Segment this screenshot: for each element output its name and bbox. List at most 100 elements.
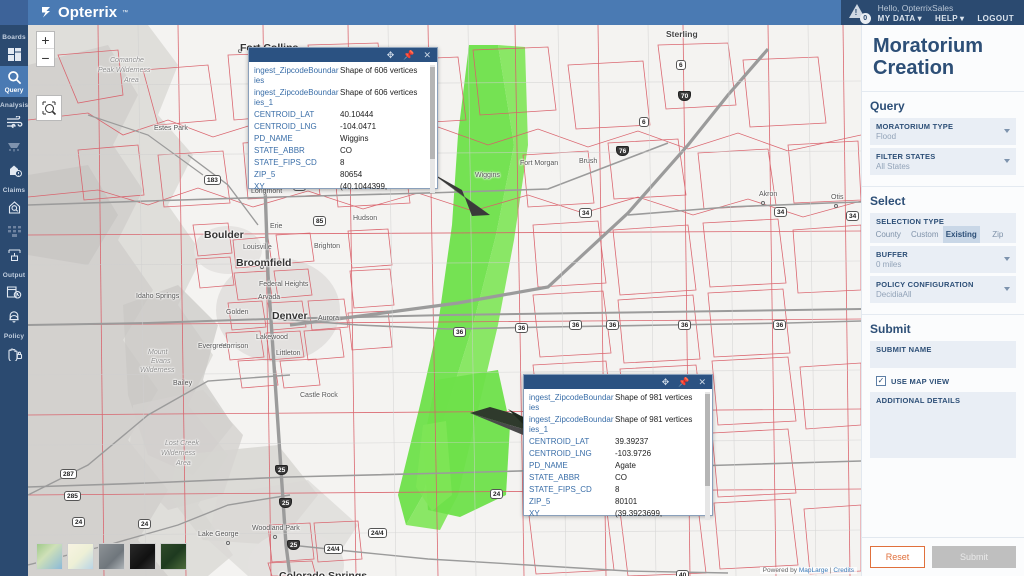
map-search-button[interactable] — [36, 95, 62, 121]
popup-pin-icon[interactable]: 📌 — [403, 50, 414, 60]
alerts-indicator[interactable]: 0 — [847, 3, 871, 24]
popup-pin-icon[interactable]: 📌 — [678, 377, 689, 387]
hail-icon — [8, 143, 20, 152]
selection-option-county[interactable]: County — [870, 226, 907, 243]
popup-attribute-row: STATE_ABBR CO — [529, 472, 710, 484]
popup-move-icon[interactable]: ✥ — [662, 377, 670, 387]
menu-toggle[interactable] — [0, 0, 28, 25]
basemap-light[interactable] — [67, 543, 94, 570]
sidebar-item-property-risk[interactable] — [0, 158, 28, 182]
brand-name: Opterrix — [58, 4, 118, 21]
popup-attribute-value: 8 — [615, 485, 620, 494]
menu-my-data-caret[interactable]: ▾ — [918, 14, 922, 23]
sidebar-item-alerts[interactable] — [0, 304, 28, 328]
brand-logo[interactable]: Opterrix ™ — [39, 4, 128, 21]
basemap-dark[interactable] — [129, 543, 156, 570]
moratorium-type-select[interactable]: MORATORIUM TYPE Flood — [870, 118, 1016, 145]
popup-attribute-value: Shape of 606 vertices — [340, 88, 418, 97]
map-place-label: Comanche — [110, 57, 144, 64]
zoom-control[interactable]: + − — [36, 31, 55, 67]
popup-close-icon[interactable]: ✕ — [698, 377, 706, 387]
basemap-streets[interactable] — [36, 543, 63, 570]
map-place-label: Woodland Park — [252, 525, 300, 532]
popup-attribute-row: CENTROID_LNG -104.0471 — [254, 121, 435, 133]
chevron-down-icon[interactable] — [1004, 257, 1010, 261]
left-nav-rail[interactable]: Boards Query Analysis Claims Output Poli… — [0, 25, 28, 576]
use-map-view-checkbox[interactable]: ✓ — [876, 376, 886, 386]
sidebar-item-report[interactable] — [0, 280, 28, 304]
policy-configuration-value: DecidiaAll — [876, 290, 912, 299]
collapse-icon — [11, 7, 16, 18]
chevron-down-icon[interactable] — [1004, 159, 1010, 163]
use-map-view-row[interactable]: ✓ USE MAP VIEW — [870, 371, 1016, 392]
chevron-down-icon[interactable] — [1004, 129, 1010, 133]
popup-attribute-value: Shape of 981 vertices — [615, 415, 693, 424]
moratorium-type-value: Flood — [876, 132, 897, 141]
popup-attribute-row: CENTROID_LAT 40.10444 — [254, 109, 435, 121]
map-canvas[interactable]: ComanchePeak WildernessAreaFort CollinsS… — [28, 25, 861, 576]
sidebar-item-claims-network[interactable] — [0, 243, 28, 267]
policy-lock-icon — [7, 347, 22, 361]
menu-logout[interactable]: LOGOUT — [977, 14, 1014, 23]
selection-option-custom[interactable]: Custom — [907, 226, 944, 243]
popup-scrollbar[interactable] — [705, 392, 710, 520]
popup-attribute-value: (40.1044399, — [340, 182, 388, 191]
basemap-gray[interactable] — [98, 543, 125, 570]
sidebar-item-home-search[interactable] — [0, 195, 28, 219]
basemap-selector[interactable] — [36, 543, 187, 570]
basemap-satellite[interactable] — [160, 543, 187, 570]
top-menu-list: MY DATA ▾ HELP ▾ LOGOUT — [878, 14, 1014, 23]
popup-attribute-row: PD_NAME Wiggins — [254, 133, 435, 145]
popup-titlebar[interactable]: ✥ 📌 ✕ — [524, 375, 712, 389]
filter-states-value: All States — [876, 162, 910, 171]
selection-option-existing[interactable]: Existing — [943, 226, 980, 243]
selection-arrow-north — [430, 172, 490, 216]
chevron-down-icon[interactable] — [1004, 287, 1010, 291]
sidebar-item-hail[interactable] — [0, 134, 28, 158]
sidebar-item-wind[interactable] — [0, 110, 28, 134]
map-place-label: Area — [124, 77, 139, 84]
sidebar-item-boards[interactable] — [0, 42, 28, 66]
claims-network-icon — [8, 249, 20, 261]
selection-option-zip[interactable]: Zip — [980, 226, 1017, 243]
filter-states-select[interactable]: FILTER STATES All States — [870, 148, 1016, 175]
menu-help-caret[interactable]: ▾ — [960, 14, 964, 23]
popup-agate[interactable]: ✥ 📌 ✕ ingest_ZipcodeBoundaries Shape of 981 … — [523, 374, 713, 520]
map-place-label: Federal Heights — [259, 281, 309, 288]
additional-details-textarea[interactable] — [870, 408, 1016, 458]
map-vector-layer — [28, 25, 861, 576]
reset-button[interactable]: Reset — [870, 546, 925, 568]
popup-move-icon[interactable]: ✥ — [387, 50, 395, 60]
credits-link[interactable]: Credits — [833, 567, 854, 574]
zoom-in-button[interactable]: + — [37, 32, 54, 49]
zoom-out-button[interactable]: − — [37, 49, 54, 66]
highway-shield: 24/4 — [368, 528, 387, 538]
submit-name-field[interactable]: SUBMIT NAME — [870, 341, 1016, 368]
policy-configuration-select[interactable]: POLICY CONFIGURATION DecidiaAll — [870, 276, 1016, 303]
popup-attribute-key: CENTROID_LNG — [529, 449, 592, 458]
maplarge-link[interactable]: MapLarge — [799, 567, 828, 574]
popup-wiggins[interactable]: ✥ 📌 ✕ ingest_ZipcodeBoundaries Shape of 606 … — [248, 47, 438, 193]
buffer-select[interactable]: BUFFER 0 miles — [870, 246, 1016, 273]
popup-scrollbar[interactable] — [430, 65, 435, 193]
sidebar-item-policy[interactable] — [0, 341, 28, 365]
popup-attribute-value: 40.10444 — [340, 110, 374, 119]
menu-my-data[interactable]: MY DATA — [878, 14, 916, 23]
sidebar-item-query[interactable]: Query — [0, 66, 28, 97]
query-section: Query MORATORIUM TYPE Flood FILTER STATE… — [862, 92, 1024, 178]
buffer-value: 0 miles — [876, 260, 902, 269]
menu-help[interactable]: HELP — [935, 14, 958, 23]
popup-titlebar[interactable]: ✥ 📌 ✕ — [249, 48, 437, 62]
panel-spacer — [862, 458, 1024, 537]
sidebar-item-claims-grid[interactable] — [0, 219, 28, 243]
popup-close-icon[interactable]: ✕ — [423, 50, 431, 60]
popup-attribute-value: Shape of 981 vertices — [615, 393, 693, 402]
map-place-label: Wilderness — [161, 450, 196, 457]
submit-button[interactable]: Submit — [932, 546, 1016, 568]
map-place-label: Bailey — [173, 380, 193, 387]
highway-shield: 24/4 — [324, 544, 343, 554]
rail-group-label-boards: Boards — [2, 34, 26, 41]
submit-name-label: SUBMIT NAME — [876, 345, 932, 354]
rail-group-label-output: Output — [2, 272, 26, 279]
selection-type-segmented[interactable]: County Custom Existing Zip — [870, 226, 1016, 243]
